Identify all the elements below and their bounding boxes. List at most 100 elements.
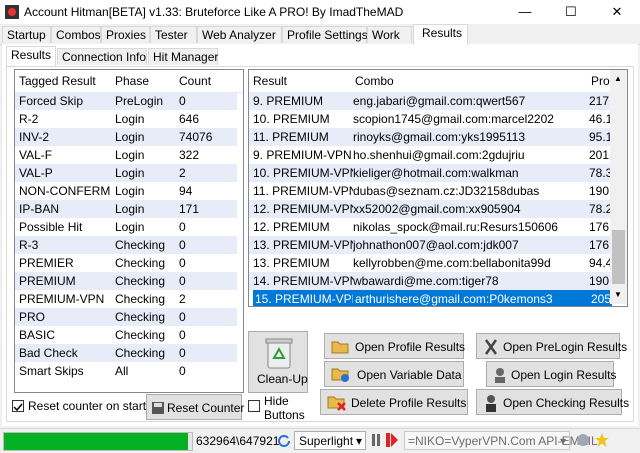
proxy-cell: 176.1 (589, 220, 610, 234)
scroll-up-icon[interactable]: ▲ (614, 74, 622, 83)
tagged-result-row[interactable]: Bad Check Checking 0 (15, 344, 237, 362)
col-phase[interactable]: Phase (115, 74, 149, 88)
open-login-results-button[interactable]: Open Login Results (486, 361, 616, 387)
open-variable-data-label: Open Variable Data (357, 368, 462, 382)
open-prelogin-results-button[interactable]: Open PreLogin Results (476, 333, 627, 359)
combo-result-row[interactable]: 10. PREMIUM-VPN kieliger@hotmail.com:walk… (249, 164, 610, 182)
combo-results-list[interactable]: Result Combo Proxy 9. PREMIUM eng.jabari@… (248, 69, 628, 307)
tagged-result-cell: BASIC (19, 328, 56, 342)
tab-web-analyzer[interactable]: Web Analyzer (197, 26, 282, 43)
tagged-result-row[interactable]: R-3 Checking 0 (15, 236, 237, 254)
subtab-results[interactable]: Results (6, 46, 56, 66)
tab-work[interactable]: Work (367, 26, 412, 43)
phase-cell: All (115, 364, 129, 378)
tagged-result-row[interactable]: NON-CONFERM Login 94 (15, 182, 237, 200)
progress-bar (3, 432, 193, 451)
star-icon[interactable] (594, 432, 610, 448)
stop-icon[interactable] (386, 433, 398, 447)
tagged-result-row[interactable]: PREMIUM Checking 0 (15, 272, 237, 290)
combo-cell: xx52002@gmail.com:xx905904 (353, 202, 521, 216)
tagged-result-row[interactable]: PREMIUM-VPN Checking 2 (15, 290, 237, 308)
tagged-results-header: Tagged Result Phase Count (15, 70, 243, 93)
refresh-icon[interactable] (277, 433, 291, 447)
tab-results[interactable]: Results (413, 24, 468, 45)
maximize-button[interactable]: ☐ (548, 0, 594, 24)
combo-result-row-selected[interactable]: 15. PREMIUM-VPN arthurishere@gmail.com:P0… (249, 290, 612, 306)
businessman-icon (486, 395, 496, 412)
tagged-result-row[interactable]: BASIC Checking 0 (15, 326, 237, 344)
combo-result-row[interactable]: 14. PREMIUM-VPN wbawardi@me.com:tiger78 19… (249, 272, 610, 290)
combo-result-row[interactable]: 10. PREMIUM scopion1745@gmail.com:marcel2… (249, 110, 610, 128)
combo-result-row[interactable]: 11. PREMIUM-VPN dubas@seznam.cz:JD32158du… (249, 182, 610, 200)
hide-buttons-checkbox[interactable] (248, 400, 260, 412)
result-cell: 12. PREMIUM (253, 220, 330, 234)
combo-cell: kellyrobben@me.com:bellabonita99d (353, 256, 551, 270)
results-scrollbar[interactable]: ▲ ▼ (610, 70, 627, 304)
tab-tester[interactable]: Tester (150, 26, 197, 43)
reset-counter-label: Reset Counter (167, 401, 245, 415)
info-icon[interactable] (576, 433, 590, 447)
col-tagged-result[interactable]: Tagged Result (19, 74, 96, 88)
pause-icon[interactable] (372, 434, 380, 446)
combo-result-row[interactable]: 12. PREMIUM nikolas_spock@mail.ru:Resurs1… (249, 218, 610, 236)
proxy-cell: 94.45 (589, 256, 610, 270)
tagged-result-row[interactable]: VAL-P Login 2 (15, 164, 237, 182)
result-cell: 11. PREMIUM (253, 130, 329, 144)
col-result[interactable]: Result (253, 74, 287, 88)
tagged-result-cell: NON-CONFERM (19, 184, 111, 198)
subtab-connection-info[interactable]: Connection Info (57, 48, 147, 65)
combo-cell: rinoyks@gmail.com:yks1995113 (353, 130, 526, 144)
tab-startup[interactable]: Startup (2, 26, 51, 43)
save-icon (152, 402, 164, 414)
scroll-down-icon[interactable]: ▼ (614, 290, 622, 299)
col-combo[interactable]: Combo (355, 74, 394, 88)
combo-result-row[interactable]: 9. PREMIUM-VPN ho.shenhui@gmail.com:2gduj… (249, 146, 610, 164)
delete-profile-results-button[interactable]: Delete Profile Results (320, 389, 468, 415)
result-cell: 10. PREMIUM (253, 112, 330, 126)
open-variable-data-button[interactable]: Open Variable Data (324, 361, 464, 387)
status-bar: 632964\647921 Superlight ▾ =NIKO=VyperVP… (0, 428, 640, 453)
cleanup-button[interactable]: Clean-Up (248, 331, 308, 393)
theme-select[interactable]: Superlight ▾ (294, 431, 366, 450)
count-cell: 0 (179, 328, 186, 342)
combo-result-row[interactable]: 13. PREMIUM-VPN johnathon007@aol.com:jdk0… (249, 236, 610, 254)
tab-profile-settings[interactable]: Profile Settings (282, 26, 368, 43)
combo-cell: ho.shenhui@gmail.com:2gdujriu (353, 148, 525, 162)
close-button[interactable]: ✕ (594, 0, 640, 24)
result-cell: 13. PREMIUM-VPN (253, 238, 353, 252)
tagged-results-list[interactable]: Tagged Result Phase Count Forced Skip Pre… (14, 69, 244, 393)
combo-result-row[interactable]: 9. PREMIUM eng.jabari@gmail.com:qwert567 2… (249, 92, 610, 110)
tab-combos[interactable]: Combos (51, 26, 101, 43)
combo-result-row[interactable]: 11. PREMIUM rinoyks@gmail.com:yks1995113 9… (249, 128, 610, 146)
tagged-result-row[interactable]: IP-BAN Login 171 (15, 200, 237, 218)
progress-count: 632964\647921 (196, 434, 280, 448)
subtab-hit-manager[interactable]: Hit Manager (148, 48, 218, 65)
phase-cell: Checking (115, 310, 166, 324)
tagged-result-row[interactable]: PREMIER Checking 0 (15, 254, 237, 272)
tab-proxies[interactable]: Proxies (101, 26, 150, 43)
rule-select[interactable]: =NIKO=VyperVPN.Com API-EMAIL ▾ (404, 431, 598, 450)
tagged-result-cell: PREMIUM (19, 274, 76, 288)
tagged-result-cell: Possible Hit (19, 220, 83, 234)
combo-result-row[interactable]: 12. PREMIUM-VPN xx52002@gmail.com:xx90590… (249, 200, 610, 218)
tagged-result-row[interactable]: INV-2 Login 74076 (15, 128, 237, 146)
tagged-result-row[interactable]: R-2 Login 646 (15, 110, 237, 128)
open-profile-results-button[interactable]: Open Profile Results (324, 333, 465, 359)
tagged-result-row[interactable]: PRO Checking 0 (15, 308, 237, 326)
minimize-button[interactable]: — (502, 0, 548, 24)
count-cell: 646 (179, 112, 200, 126)
phase-cell: Login (115, 220, 145, 234)
reset-counter-button[interactable]: Reset Counter (146, 394, 245, 420)
tagged-result-row[interactable]: Smart Skips All 0 (15, 362, 237, 380)
scroll-thumb[interactable] (612, 230, 625, 284)
tagged-result-row[interactable]: Possible Hit Login 0 (15, 218, 237, 236)
proxy-cell: 217.1 (589, 94, 610, 108)
tagged-result-row[interactable]: VAL-F Login 322 (15, 146, 237, 164)
open-checking-results-button[interactable]: Open Checking Results (476, 389, 629, 415)
col-count[interactable]: Count (179, 74, 211, 88)
result-cell: 14. PREMIUM-VPN (253, 274, 353, 288)
combo-result-row[interactable]: 13. PREMIUM kellyrobben@me.com:bellabonit… (249, 254, 610, 272)
phase-cell: Checking (115, 274, 166, 288)
reset-on-start-checkbox[interactable] (12, 400, 24, 412)
tagged-result-row[interactable]: Forced Skip PreLogin 0 (15, 92, 237, 110)
